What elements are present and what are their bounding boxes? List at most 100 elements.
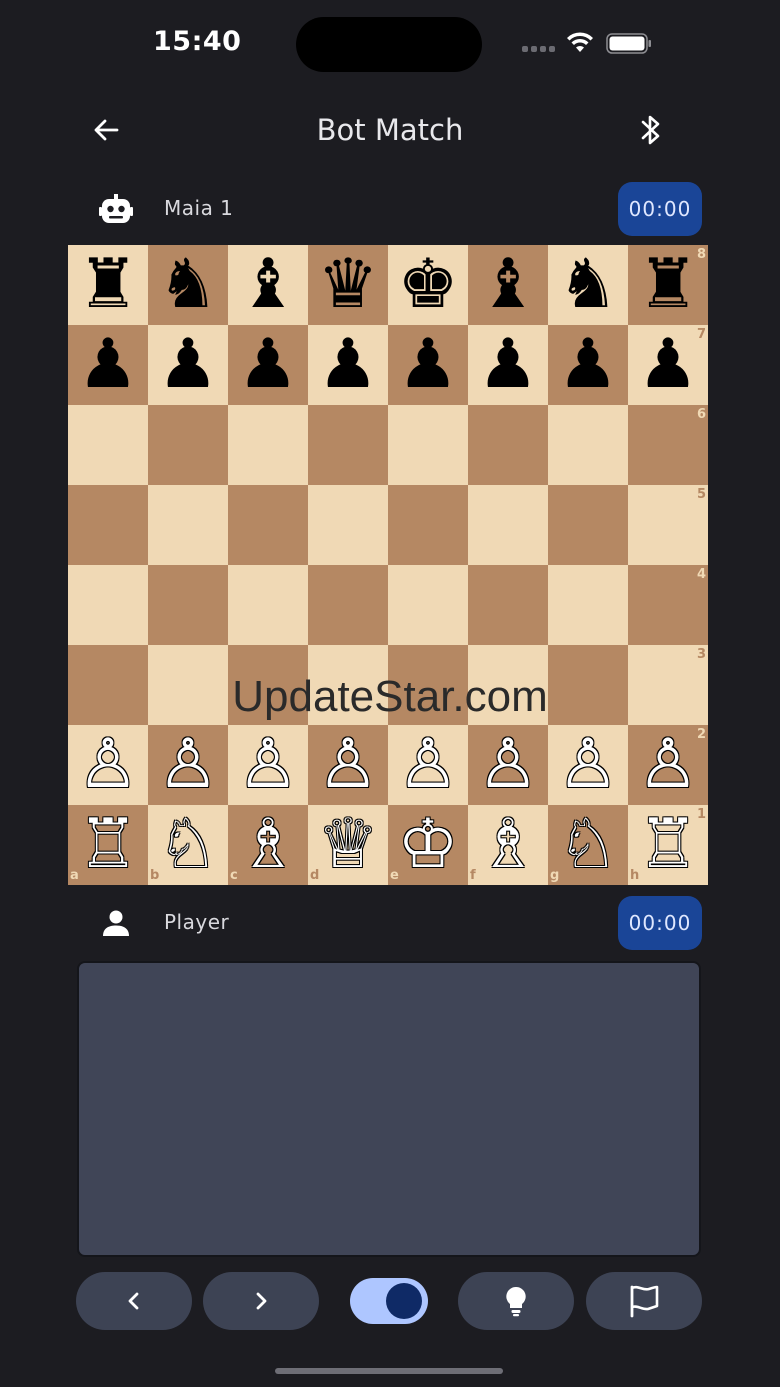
move-history-panel[interactable] — [77, 961, 701, 1257]
square-e6[interactable] — [388, 405, 468, 485]
square-a1[interactable]: ♖ a — [68, 805, 148, 885]
chess-piece[interactable]: ♗ — [238, 811, 299, 879]
square-f5[interactable] — [468, 485, 548, 565]
chess-piece[interactable]: ♟ — [478, 331, 539, 399]
chess-piece[interactable]: ♙ — [318, 731, 379, 799]
square-f4[interactable] — [468, 565, 548, 645]
chess-piece[interactable]: ♝ — [238, 251, 299, 319]
chess-piece[interactable]: ♜ — [78, 251, 139, 319]
square-g8[interactable]: ♞ — [548, 245, 628, 325]
square-b6[interactable] — [148, 405, 228, 485]
square-g3[interactable] — [548, 645, 628, 725]
chess-piece[interactable]: ♟ — [238, 331, 299, 399]
chess-piece[interactable]: ♝ — [478, 251, 539, 319]
square-c1[interactable]: ♗ c — [228, 805, 308, 885]
square-d1[interactable]: ♕ d — [308, 805, 388, 885]
chess-piece[interactable]: ♜ — [638, 251, 699, 319]
chess-piece[interactable]: ♖ — [78, 811, 139, 879]
square-b3[interactable] — [148, 645, 228, 725]
square-a8[interactable]: ♜ — [68, 245, 148, 325]
chess-piece[interactable]: ♛ — [318, 251, 379, 319]
chess-piece[interactable]: ♟ — [318, 331, 379, 399]
square-c8[interactable]: ♝ — [228, 245, 308, 325]
square-f2[interactable]: ♙ — [468, 725, 548, 805]
square-b8[interactable]: ♞ — [148, 245, 228, 325]
previous-move-button[interactable] — [76, 1272, 192, 1330]
chess-piece[interactable]: ♟ — [398, 331, 459, 399]
next-move-button[interactable] — [203, 1272, 319, 1330]
square-b5[interactable] — [148, 485, 228, 565]
square-h4[interactable]: 4 — [628, 565, 708, 645]
square-e3[interactable] — [388, 645, 468, 725]
square-d6[interactable] — [308, 405, 388, 485]
square-a5[interactable] — [68, 485, 148, 565]
toggle-switch[interactable] — [350, 1278, 428, 1324]
square-e2[interactable]: ♙ — [388, 725, 468, 805]
square-d4[interactable] — [308, 565, 388, 645]
chess-piece[interactable]: ♟ — [78, 331, 139, 399]
square-e5[interactable] — [388, 485, 468, 565]
square-h2[interactable]: ♙ 2 — [628, 725, 708, 805]
chess-piece[interactable]: ♘ — [558, 811, 619, 879]
square-h1[interactable]: ♖ 1 h — [628, 805, 708, 885]
chess-piece[interactable]: ♞ — [158, 251, 219, 319]
resign-button[interactable] — [586, 1272, 702, 1330]
square-e4[interactable] — [388, 565, 468, 645]
hint-button[interactable] — [458, 1272, 574, 1330]
square-e1[interactable]: ♔ e — [388, 805, 468, 885]
square-c2[interactable]: ♙ — [228, 725, 308, 805]
square-d7[interactable]: ♟ — [308, 325, 388, 405]
square-c6[interactable] — [228, 405, 308, 485]
square-c7[interactable]: ♟ — [228, 325, 308, 405]
chess-piece[interactable]: ♟ — [558, 331, 619, 399]
chess-piece[interactable]: ♙ — [638, 731, 699, 799]
chess-piece[interactable]: ♙ — [158, 731, 219, 799]
square-g1[interactable]: ♘ g — [548, 805, 628, 885]
chess-board[interactable]: ♜ ♞ ♝ ♛ ♚ ♝ ♞ ♜ 8 ♟ ♟ ♟ ♟ ♟ ♟ ♟ ♟ 7 6 5 4 3 ♙ ♙ ♙ ♙ ♙ ♙ ♙ ♙ 2 ♖ a ♘ b ♗ c ♕ d ♔… — [68, 245, 708, 885]
chess-piece[interactable]: ♙ — [558, 731, 619, 799]
square-h8[interactable]: ♜ 8 — [628, 245, 708, 325]
square-c4[interactable] — [228, 565, 308, 645]
square-g5[interactable] — [548, 485, 628, 565]
square-b2[interactable]: ♙ — [148, 725, 228, 805]
square-d2[interactable]: ♙ — [308, 725, 388, 805]
chess-piece[interactable]: ♖ — [638, 811, 699, 879]
square-f1[interactable]: ♗ f — [468, 805, 548, 885]
chess-piece[interactable]: ♞ — [558, 251, 619, 319]
square-a2[interactable]: ♙ — [68, 725, 148, 805]
square-g2[interactable]: ♙ — [548, 725, 628, 805]
square-f6[interactable] — [468, 405, 548, 485]
square-a6[interactable] — [68, 405, 148, 485]
chess-piece[interactable]: ♔ — [398, 811, 459, 879]
square-d8[interactable]: ♛ — [308, 245, 388, 325]
square-a7[interactable]: ♟ — [68, 325, 148, 405]
square-e7[interactable]: ♟ — [388, 325, 468, 405]
chess-piece[interactable]: ♗ — [478, 811, 539, 879]
square-e8[interactable]: ♚ — [388, 245, 468, 325]
square-a3[interactable] — [68, 645, 148, 725]
square-b7[interactable]: ♟ — [148, 325, 228, 405]
square-b4[interactable] — [148, 565, 228, 645]
bluetooth-button[interactable] — [634, 110, 668, 150]
chess-piece[interactable]: ♙ — [398, 731, 459, 799]
square-g6[interactable] — [548, 405, 628, 485]
square-h5[interactable]: 5 — [628, 485, 708, 565]
chess-piece[interactable]: ♙ — [78, 731, 139, 799]
square-b1[interactable]: ♘ b — [148, 805, 228, 885]
square-h3[interactable]: 3 — [628, 645, 708, 725]
chess-piece[interactable]: ♚ — [398, 251, 459, 319]
square-f7[interactable]: ♟ — [468, 325, 548, 405]
square-f8[interactable]: ♝ — [468, 245, 548, 325]
chess-piece[interactable]: ♟ — [638, 331, 699, 399]
chess-piece[interactable]: ♙ — [478, 731, 539, 799]
square-g7[interactable]: ♟ — [548, 325, 628, 405]
chess-piece[interactable]: ♕ — [318, 811, 379, 879]
chess-piece[interactable]: ♙ — [238, 731, 299, 799]
square-c3[interactable] — [228, 645, 308, 725]
chess-piece[interactable]: ♘ — [158, 811, 219, 879]
square-h7[interactable]: ♟ 7 — [628, 325, 708, 405]
chess-piece[interactable]: ♟ — [158, 331, 219, 399]
square-d5[interactable] — [308, 485, 388, 565]
square-a4[interactable] — [68, 565, 148, 645]
square-h6[interactable]: 6 — [628, 405, 708, 485]
